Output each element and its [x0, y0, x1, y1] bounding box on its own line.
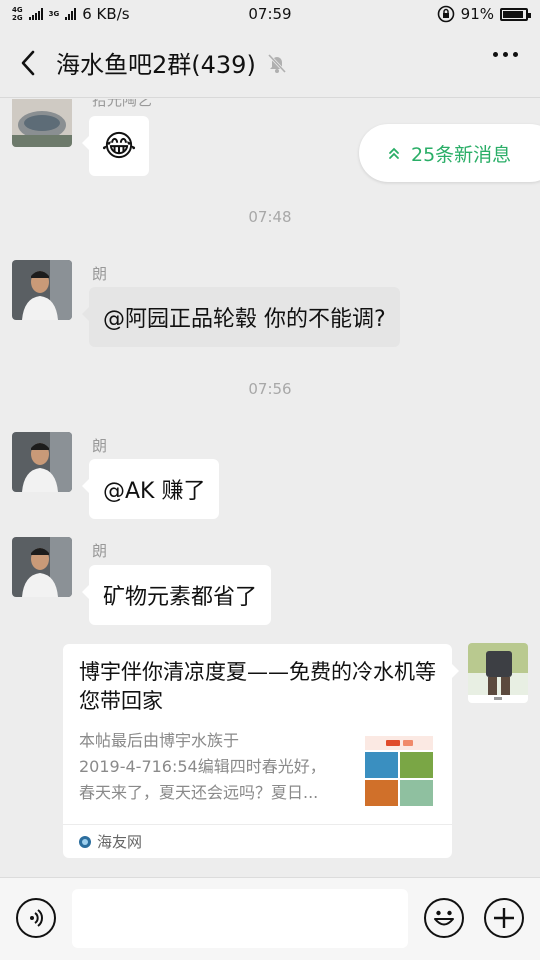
message-text: 矿物元素都省了 [103, 585, 258, 610]
network-speed: 6 KB/s [82, 5, 130, 23]
emoji-button[interactable] [424, 898, 464, 938]
signal-2-icon [65, 8, 77, 20]
chat-title-wrap: 海水鱼吧2群(439) [56, 45, 288, 80]
emoji-icon [434, 910, 454, 926]
avatar-photo-icon [12, 99, 72, 147]
status-left: 4G 2G 3G 6 KB/s [12, 5, 130, 23]
link-card[interactable]: 博宇伴你清凉度夏——免费的冷水机等您带回家 本帖最后由博宇水族于 2019-4-… [63, 644, 459, 858]
voice-button[interactable] [16, 898, 56, 938]
avatar[interactable] [12, 260, 72, 320]
source-logo-icon [79, 835, 91, 848]
new-messages-button[interactable]: 25条新消息 [359, 124, 540, 182]
link-card-body: 本帖最后由博宇水族于 2019-4-716:54编辑四时春光好， 春天来了，夏天… [79, 728, 436, 806]
avatar[interactable] [12, 537, 72, 597]
more-button[interactable] [493, 52, 518, 57]
battery-percent: 91% [460, 5, 494, 23]
message-text: @阿园正品轮毂 你的不能调? [103, 307, 386, 332]
sender-name: 拾光陶艺 [92, 99, 153, 109]
network-3g: 3G [49, 10, 60, 18]
message-text: @AK 赚了 [103, 479, 206, 504]
link-card-footer: 海友网 [63, 824, 452, 858]
avatar-photo-icon [12, 260, 72, 320]
signal-icon [28, 8, 43, 20]
message-text: 😂 [101, 128, 137, 164]
message-bubble[interactable]: 😂 [82, 116, 149, 176]
sender-name: 朗 [92, 437, 108, 455]
back-button[interactable] [0, 28, 56, 98]
network-3g-label: 3G [48, 10, 60, 18]
network-top-label: 4G [12, 6, 23, 14]
message-bubble[interactable]: @AK 赚了 [81, 459, 220, 519]
link-card-desc-line: 本帖最后由博宇水族于 [79, 731, 240, 750]
link-card-desc-line: 2019-4-716:54编辑四时春光好， [79, 757, 326, 776]
chat-area[interactable]: 拾光陶艺 😂 25条新消息 07:48 朗 @阿园正品轮毂 你的不能调? 07:… [0, 99, 540, 877]
timestamp: 07:48 [248, 208, 292, 226]
message-bubble[interactable]: @阿园正品轮毂 你的不能调? [82, 287, 400, 347]
more-functions-button[interactable] [484, 898, 524, 938]
avatar-photo-icon [468, 643, 528, 703]
plus-icon [494, 908, 514, 928]
avatar[interactable] [12, 99, 72, 147]
status-bar: 4G 2G 3G 6 KB/s 07:59 91% [0, 0, 540, 28]
link-card-desc-line: 春天来了，夏天还会远吗？夏日... [79, 783, 319, 802]
double-chevron-up-icon [389, 147, 399, 159]
chat-header: 海水鱼吧2群(439) [0, 28, 540, 98]
battery-icon [500, 7, 531, 21]
back-arrow-icon [21, 50, 35, 75]
network-bottom-label: 2G [12, 14, 23, 22]
link-card-description: 本帖最后由博宇水族于 2019-4-716:54编辑四时春光好， 春天来了，夏天… [79, 728, 351, 806]
mute-bell-icon [267, 53, 286, 73]
network-type: 4G 2G [12, 6, 23, 22]
sender-name: 朗 [92, 265, 108, 283]
link-card-source: 海友网 [97, 833, 143, 851]
link-card-thumbnail [365, 736, 433, 806]
avatar-photo-icon [12, 432, 72, 492]
message-input[interactable] [72, 889, 408, 948]
more-icon [493, 52, 498, 57]
rotation-lock-icon [437, 5, 454, 23]
message-bubble[interactable]: 矿物元素都省了 [81, 565, 272, 625]
voice-icon [30, 909, 43, 927]
chat-title: 海水鱼吧2群(439) [56, 51, 256, 79]
avatar[interactable] [12, 432, 72, 492]
sender-name: 朗 [92, 542, 108, 560]
status-right: 91% [437, 5, 531, 23]
avatar-photo-icon [12, 537, 72, 597]
timestamp: 07:56 [248, 380, 292, 398]
avatar[interactable] [468, 643, 528, 703]
link-card-title: 博宇伴你清凉度夏——免费的冷水机等您带回家 [79, 660, 436, 713]
input-bar [0, 877, 540, 960]
new-messages-label: 25条新消息 [411, 143, 512, 166]
